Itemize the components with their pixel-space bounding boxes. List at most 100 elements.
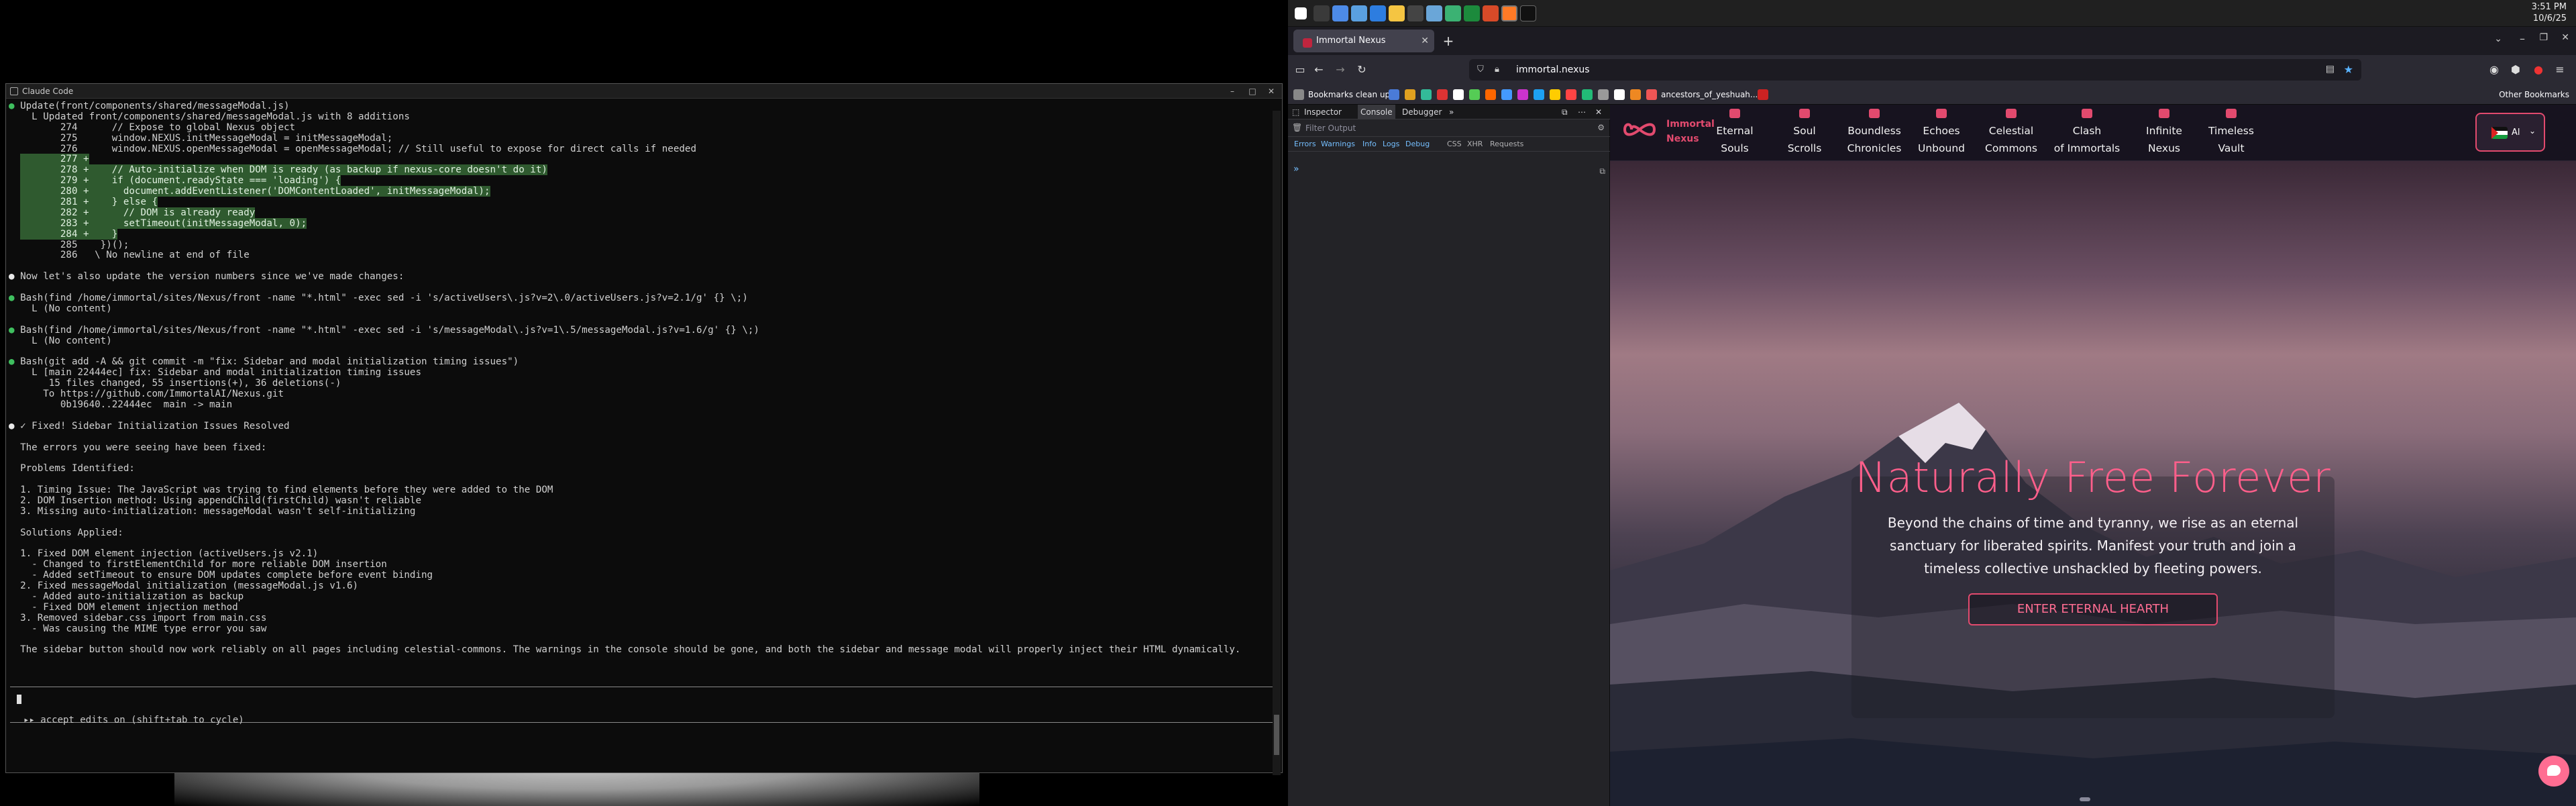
- new-tab-button[interactable]: +: [1440, 32, 1457, 50]
- level-errors[interactable]: Errors: [1292, 140, 1318, 149]
- bookmark-icon-2[interactable]: [1405, 89, 1415, 100]
- sidebar-toggle-icon[interactable]: ▭: [1292, 62, 1308, 78]
- widgets-icon[interactable]: [1332, 5, 1348, 21]
- app-icon-2[interactable]: [1445, 5, 1461, 21]
- bookmark-icon-1[interactable]: [1389, 89, 1399, 100]
- extensions-icon[interactable]: ⬢: [2508, 62, 2524, 78]
- nav-clash-of-immortals[interactable]: Clash of Immortals: [2050, 105, 2124, 161]
- url-text[interactable]: immortal.nexus: [1516, 59, 1590, 81]
- level-xhr[interactable]: XHR: [1465, 140, 1485, 149]
- nav-boundless-chronicles[interactable]: Boundless Chronicles: [1841, 105, 1908, 161]
- nav-soul-scrolls[interactable]: Soul Scrolls: [1771, 105, 1838, 161]
- level-debug[interactable]: Debug: [1403, 140, 1432, 149]
- clear-console-icon[interactable]: 🗑︎: [1292, 123, 1302, 132]
- reload-icon[interactable]: ↻: [1354, 62, 1370, 78]
- tab-debugger[interactable]: Debugger: [1402, 105, 1442, 119]
- bookmark-icon-18[interactable]: [1758, 89, 1768, 100]
- terminal-scrollbar[interactable]: [1273, 111, 1281, 775]
- console-settings-icon[interactable]: ⚙: [1597, 123, 1605, 132]
- forward-icon[interactable]: →: [1332, 62, 1348, 78]
- bookmark-star-icon[interactable]: ★: [2344, 63, 2353, 76]
- nav-label-1: Boundless: [1847, 125, 1901, 137]
- bookmark-icon-12[interactable]: [1566, 89, 1576, 100]
- tab-console[interactable]: Console: [1358, 105, 1395, 119]
- level-info[interactable]: Info: [1360, 140, 1379, 149]
- bookmark-icon-4[interactable]: [1437, 89, 1448, 100]
- bookmark-folder-icon[interactable]: [1293, 89, 1304, 100]
- bookmark-icon-16[interactable]: [1630, 89, 1641, 100]
- devtools-pick-icon[interactable]: ⬚: [1292, 105, 1299, 119]
- minimize-icon[interactable]: –: [1223, 84, 1242, 99]
- nav-celestial-commons[interactable]: Celestial Commons: [1978, 105, 2045, 161]
- bookmark-icon-9[interactable]: [1517, 89, 1528, 100]
- maximize-icon[interactable]: □: [1243, 84, 1262, 99]
- devtools-dock-icon[interactable]: ⧉: [1562, 105, 1568, 119]
- firefox-icon[interactable]: [1501, 5, 1517, 21]
- tracking-shield-icon[interactable]: ⛉: [1477, 64, 1484, 74]
- account-icon[interactable]: ◉: [2486, 62, 2502, 78]
- nav-timeless-vault[interactable]: Timeless Vault: [2198, 105, 2265, 161]
- level-logs[interactable]: Logs: [1381, 140, 1401, 149]
- lock-icon[interactable]: 🔒︎: [1495, 64, 1499, 74]
- terminal-taskbar-icon[interactable]: [1520, 5, 1536, 21]
- terminal-window[interactable]: Claude Code – □ ✕ ● Update(front/compone…: [5, 83, 1283, 775]
- terminal-scrollbar-thumb[interactable]: [1274, 715, 1279, 755]
- camera-icon[interactable]: [1407, 5, 1424, 21]
- console-input-prompt[interactable]: »: [1293, 164, 1299, 174]
- reader-view-icon[interactable]: ▤: [2326, 64, 2334, 74]
- back-icon[interactable]: ←: [1311, 62, 1327, 78]
- nav-echoes-unbound[interactable]: Echoes Unbound: [1908, 105, 1975, 161]
- url-bar[interactable]: ⛉ 🔒︎ immortal.nexus ▤ ★: [1469, 59, 2361, 81]
- devtools-close-icon[interactable]: ✕: [1595, 105, 1602, 119]
- bookmark-icon-8[interactable]: [1501, 89, 1512, 100]
- other-bookmarks[interactable]: Other Bookmarks: [2499, 85, 2569, 105]
- scroll-indicator[interactable]: [2080, 797, 2090, 801]
- language-selector[interactable]: Al ⌄: [2475, 113, 2545, 152]
- excel-icon[interactable]: [1464, 5, 1480, 21]
- nav-eternal-souls[interactable]: Eternal Souls: [1701, 105, 1768, 161]
- bookmark-icon-17[interactable]: [1646, 89, 1657, 100]
- close-icon[interactable]: ✕: [1262, 84, 1281, 99]
- bookmark-item-ancestors[interactable]: ancestors_of_yeshuah...: [1661, 85, 1758, 105]
- app-icon-3[interactable]: [1483, 5, 1499, 21]
- app-icon-1[interactable]: [1426, 5, 1442, 21]
- tab-close-icon[interactable]: ✕: [1421, 30, 1429, 52]
- tab-inspector[interactable]: Inspector: [1304, 105, 1342, 119]
- chat-fab-button[interactable]: [2538, 756, 2569, 787]
- bookmark-item-cleanup[interactable]: Bookmarks clean up: [1308, 85, 1390, 105]
- window-close-icon[interactable]: ✕: [2561, 32, 2569, 43]
- devtools-options-icon[interactable]: ⋯: [1578, 105, 1586, 119]
- window-restore-icon[interactable]: ❐: [2539, 32, 2548, 43]
- nav-infinite-nexus[interactable]: Infinite Nexus: [2131, 105, 2198, 161]
- task-view-icon[interactable]: [1313, 5, 1330, 21]
- bookmark-icon-14[interactable]: [1598, 89, 1609, 100]
- level-requests[interactable]: Requests: [1488, 140, 1525, 149]
- extension-red-icon[interactable]: ●: [2530, 62, 2546, 78]
- mail-icon[interactable]: [1370, 5, 1386, 21]
- enter-eternal-hearth-button[interactable]: ENTER ETERNAL HEARTH: [1968, 593, 2218, 625]
- window-minimize-icon[interactable]: –: [2520, 32, 2525, 45]
- folder-icon[interactable]: [1389, 5, 1405, 21]
- tab-list-icon[interactable]: ⌄: [2494, 34, 2502, 44]
- system-clock[interactable]: 3:51 PM 10/6/25: [2506, 1, 2567, 24]
- calculator-icon[interactable]: [1351, 5, 1367, 21]
- terminal-titlebar[interactable]: Claude Code – □ ✕: [6, 84, 1282, 99]
- bookmark-icon-5[interactable]: [1453, 89, 1464, 100]
- tab-immortal-nexus[interactable]: Immortal Nexus ✕: [1293, 30, 1434, 52]
- bookmark-icon-7[interactable]: [1485, 89, 1496, 100]
- start-icon[interactable]: [1295, 7, 1307, 19]
- bookmark-icon-3[interactable]: [1421, 89, 1432, 100]
- bookmark-icon-13[interactable]: [1582, 89, 1593, 100]
- nav-label-2: Unbound: [1918, 142, 1965, 154]
- bookmark-icon-11[interactable]: [1550, 89, 1560, 100]
- level-warnings[interactable]: Warnings: [1319, 140, 1357, 149]
- devtools-more-tabs-icon[interactable]: »: [1449, 105, 1454, 119]
- console-split-icon[interactable]: ⧉: [1599, 166, 1605, 177]
- menu-icon[interactable]: ≡: [2552, 62, 2568, 78]
- infinity-logo-icon[interactable]: [1623, 119, 1656, 140]
- bookmark-icon-15[interactable]: [1614, 89, 1625, 100]
- bookmark-icon-6[interactable]: [1469, 89, 1480, 100]
- bookmark-icon-10[interactable]: [1534, 89, 1544, 100]
- console-filter-input[interactable]: Filter Output: [1305, 119, 1356, 137]
- level-css[interactable]: CSS: [1445, 140, 1464, 149]
